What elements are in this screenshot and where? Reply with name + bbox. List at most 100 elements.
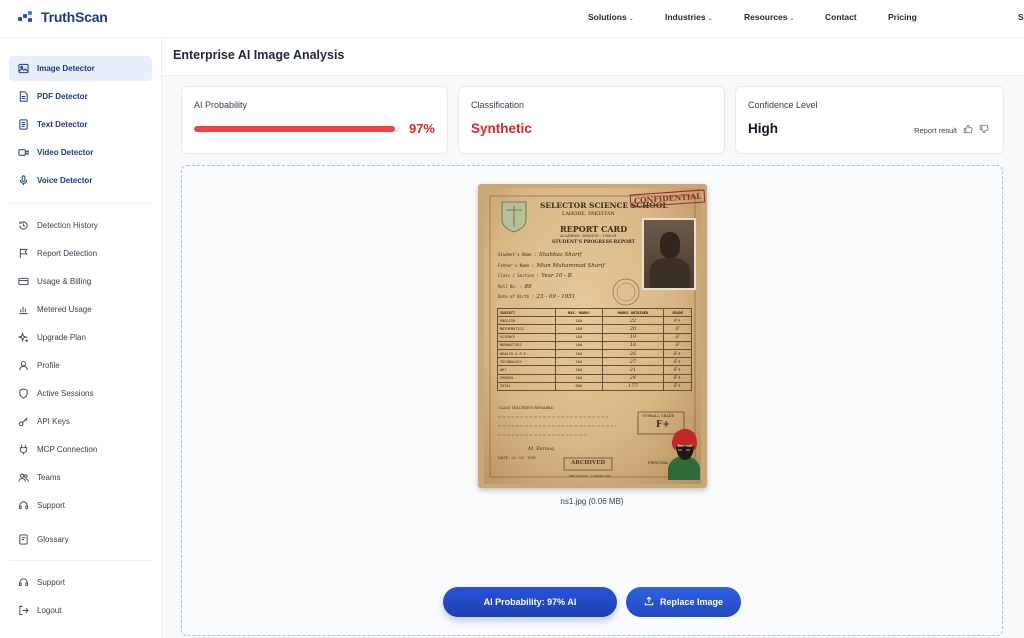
table-cell: F+: [663, 373, 692, 383]
sidebar-item-upgrade-plan[interactable]: Upgrade Plan: [9, 325, 152, 350]
thumbs-down-icon[interactable]: [979, 124, 989, 136]
nav-industries[interactable]: Industries ⌄: [665, 12, 713, 22]
thumbs-up-icon[interactable]: [963, 124, 973, 136]
grades-table-header: MAX. MARKS: [554, 307, 603, 318]
table-cell: 21: [601, 365, 665, 375]
ai-probability-button-label: AI Probability: 97% AI: [483, 597, 577, 607]
table-cell: 27: [601, 357, 665, 367]
sidebar: Image Detector PDF Detector Text Detecto…: [0, 38, 162, 638]
ai-probability-button[interactable]: AI Probability: 97% AI: [443, 587, 617, 617]
nav-pricing[interactable]: Pricing: [888, 12, 917, 22]
nav-solutions[interactable]: Solutions ⌄: [588, 12, 634, 22]
top-navigation-bar: TruthScan Solutions ⌄ Industries ⌄ Resourc…: [0, 0, 1024, 38]
chevron-down-icon: ⌄: [789, 16, 795, 22]
sidebar-item-usage-billing[interactable]: Usage & Billing: [9, 269, 152, 294]
table-cell: F: [663, 340, 692, 350]
history-icon: [18, 220, 29, 231]
sidebar-item-label: Profile: [37, 361, 60, 370]
sidebar-item-report-detection[interactable]: Report Detection: [9, 241, 152, 266]
doc-session: ACADEMIC SESSION : 1960-61: [560, 234, 617, 238]
doc-subtitle: STUDENT'S PROGRESS REPORT: [552, 240, 636, 245]
report-result-group: Report result: [914, 124, 989, 136]
table-row: TECHNOLOGY 100 27 F+: [497, 357, 692, 367]
sidebar-item-pdf-detector[interactable]: PDF Detector: [9, 84, 152, 109]
table-cell: 100: [554, 365, 603, 375]
sidebar-item-metered-usage[interactable]: Metered Usage: [9, 297, 152, 322]
image-icon: [18, 63, 29, 74]
sidebar-item-label: Video Detector: [37, 148, 94, 157]
grades-table-header: SUBJECT: [497, 307, 556, 318]
table-cell: 100: [554, 332, 603, 342]
key-icon: [18, 416, 29, 427]
sidebar-item-label: Active Sessions: [37, 389, 94, 398]
doc-field-father: Father's Name : Mian Muhammad Sharif: [498, 262, 605, 269]
uploaded-image-preview: SELECTOR SCIENCE SCHOOL LAHORE, PAKISTAN…: [478, 184, 707, 488]
sidebar-item-logout[interactable]: Logout: [9, 598, 152, 623]
classification-card: Classification Synthetic: [458, 86, 725, 154]
table-cell: MATHEMATICS: [497, 324, 556, 334]
table-cell: 20: [601, 324, 665, 334]
sidebar-item-mcp-connection[interactable]: MCP Connection: [9, 437, 152, 462]
sidebar-item-video-detector[interactable]: Video Detector: [9, 140, 152, 165]
table-cell: 22: [601, 316, 665, 326]
table-row: FRENCH 100 24 F+: [497, 373, 692, 383]
sidebar-item-glossary[interactable]: Glossary: [9, 527, 152, 552]
table-cell: 800: [554, 381, 603, 391]
brand-name: TruthScan: [41, 9, 108, 25]
brand-logo[interactable]: TruthScan: [18, 9, 108, 25]
classification-label: Classification: [471, 100, 525, 110]
sidebar-divider: [9, 203, 152, 204]
ai-probability-label: AI Probability: [194, 100, 248, 110]
doc-field-name: Student's Name : Shahbaz Sharif: [498, 252, 582, 258]
report-result-label: Report result: [914, 125, 957, 135]
table-cell: 100: [554, 324, 603, 334]
sidebar-item-teams[interactable]: Teams: [9, 465, 152, 490]
sidebar-item-label: Report Detection: [37, 249, 98, 258]
doc-field-roll: Roll No. : 89: [498, 283, 532, 290]
student-photo: [642, 218, 696, 290]
sidebar-item-text-detector[interactable]: Text Detector: [9, 112, 152, 137]
sidebar-item-label: Image Detector: [37, 64, 95, 73]
table-row: MATHEMATICS 100 20 F: [497, 324, 692, 334]
nav-resources[interactable]: Resources ⌄: [744, 12, 795, 22]
table-cell: 100: [554, 357, 603, 367]
sidebar-item-voice-detector[interactable]: Voice Detector: [9, 168, 152, 193]
table-cell: ENGLISH: [497, 316, 556, 326]
table-cell: HUMANITIES: [497, 340, 556, 350]
truthscan-logo-icon: [18, 10, 36, 24]
doc-overall-label: OVERALL GRADE: [642, 414, 675, 418]
chevron-down-icon: ⌄: [628, 16, 634, 22]
table-cell: 26: [601, 348, 665, 359]
stylized-portrait-graphic: [668, 429, 700, 480]
sidebar-item-api-keys[interactable]: API Keys: [9, 409, 152, 434]
sidebar-item-label: PDF Detector: [37, 92, 88, 101]
table-cell: HEALTH & P.E.: [497, 348, 556, 359]
doc-title: REPORT CARD: [560, 224, 628, 234]
sidebar-item-active-sessions[interactable]: Active Sessions: [9, 381, 152, 406]
sidebar-item-label: Support: [37, 578, 66, 587]
sidebar-item-label: Metered Usage: [37, 305, 92, 314]
sparkle-icon: [18, 332, 29, 343]
sidebar-item-detection-history[interactable]: Detection History: [9, 213, 152, 238]
chevron-down-icon: ⌄: [707, 16, 713, 22]
bar-chart-icon: [18, 304, 29, 315]
ai-probability-bar: [194, 126, 401, 132]
sidebar-item-label: Upgrade Plan: [37, 333, 86, 342]
sidebar-item-profile[interactable]: Profile: [9, 353, 152, 378]
team-icon: [18, 472, 29, 483]
replace-image-button[interactable]: Replace Image: [626, 587, 741, 617]
table-row: ENGLISH 100 22 F+: [497, 316, 692, 326]
table-cell: 24: [601, 373, 665, 383]
table-row: SCIENCE 100 19 F: [497, 332, 692, 342]
sidebar-item-image-detector[interactable]: Image Detector: [9, 56, 152, 81]
table-cell: FRENCH: [497, 373, 556, 383]
nav-sign-in[interactable]: S: [1018, 12, 1024, 22]
sidebar-divider: [9, 560, 152, 561]
doc-field-class: Class / Section : Year 10 - B: [498, 273, 572, 279]
table-cell: F+: [663, 357, 692, 367]
sidebar-item-footer-support[interactable]: Support: [9, 570, 152, 595]
ai-probability-card: AI Probability 97%: [181, 86, 448, 154]
user-icon: [18, 360, 29, 371]
nav-contact[interactable]: Contact: [825, 12, 857, 22]
sidebar-item-label: Text Detector: [37, 120, 88, 129]
